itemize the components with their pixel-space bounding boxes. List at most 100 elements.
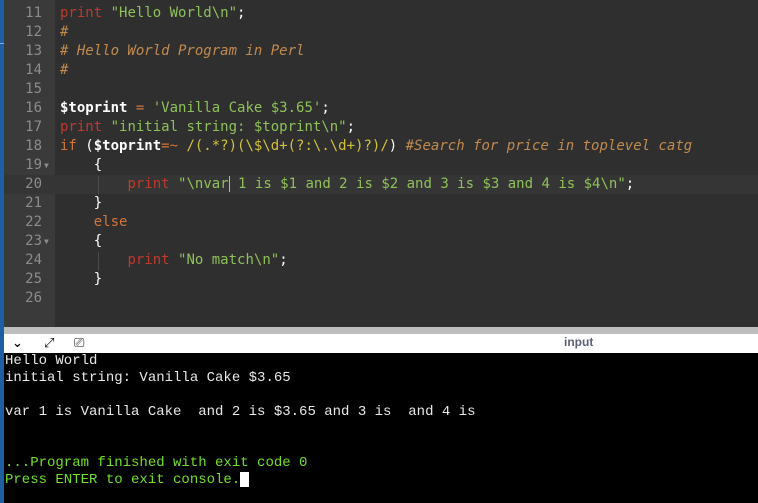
code-line[interactable]: 25 } [4, 270, 758, 289]
console-output[interactable]: Hello World initial string: Vanilla Cake … [4, 353, 758, 503]
indent-guide [98, 252, 99, 271]
chevron-down-icon[interactable]: ⌄ [12, 334, 23, 353]
line-number: 24 [25, 252, 42, 268]
panel-resize-divider[interactable] [4, 327, 758, 334]
clear-console-icon[interactable]: ⎚ [74, 334, 84, 353]
line-number: 15 [25, 81, 42, 97]
code-text: } [60, 194, 102, 213]
code-token: } [60, 195, 103, 211]
code-text: print "\nvar 1 is $1 and 2 is $2 and 3 i… [60, 175, 634, 194]
line-number: 21 [25, 195, 42, 211]
code-token: "No match\n" [178, 252, 280, 268]
code-token: print [60, 119, 103, 135]
code-token: { [60, 233, 103, 249]
line-number: 14 [25, 62, 42, 78]
line-number: 13 [25, 43, 42, 59]
code-line[interactable]: 26 [4, 289, 758, 308]
console-text: initial string: Vanilla Cake $3.65 [5, 370, 291, 386]
code-line[interactable]: 12 # [4, 23, 758, 42]
code-token: # [60, 24, 69, 40]
code-line[interactable]: 20 print "\nvar 1 is $1 and 2 is $2 and … [4, 175, 758, 194]
code-line[interactable]: 23 ▼ { [4, 232, 758, 251]
code-line[interactable]: 14 # [4, 61, 758, 80]
code-token: 1 is $1 and 2 is $2 and 3 is $3 and 4 is… [229, 176, 626, 192]
code-token: /(.*?)(\$\d+(?:\.\d+)?)/ [186, 138, 389, 154]
console-text: var 1 is Vanilla Cake and 2 is $3.65 and… [5, 404, 476, 420]
code-token: { [60, 157, 103, 173]
code-line[interactable]: 11 print "Hello World\n"; [4, 4, 758, 23]
code-text: else [60, 213, 128, 232]
code-text: $toprint = 'Vanilla Cake $3.65'; [60, 99, 330, 118]
code-token: 'Vanilla Cake $3.65' [152, 100, 322, 116]
code-token: # Hello World Program in Perl [60, 43, 305, 59]
code-token: ) [388, 138, 398, 154]
code-token: print [127, 176, 170, 192]
code-line[interactable]: 17 print "initial string: $toprint\n"; [4, 118, 758, 137]
fold-arrow-icon[interactable]: ▼ [44, 156, 49, 175]
code-token: print [127, 252, 170, 268]
console-line: initial string: Vanilla Cake $3.65 [5, 370, 291, 387]
line-number: 16 [25, 100, 42, 116]
console-line: var 1 is Vanilla Cake and 2 is $3.65 and… [5, 404, 475, 421]
fold-arrow-icon[interactable]: ▼ [44, 232, 49, 251]
console-toolbar: ⌄ ⤢ ⎚ input [4, 334, 758, 353]
line-number: 20 [25, 176, 42, 192]
code-token: } [60, 271, 103, 287]
code-token: "\nvar [178, 176, 229, 192]
code-line[interactable]: 18 if ($toprint=~ /(.*?)(\$\d+(?:\.\d+)?)… [4, 137, 758, 156]
code-text: # [60, 23, 68, 42]
code-token: $toprint [60, 100, 128, 116]
line-number: 25 [25, 271, 42, 287]
indent-guide [98, 176, 99, 195]
code-token: "Hello World\n" [110, 5, 238, 21]
code-line[interactable]: 19 ▼ { [4, 156, 758, 175]
code-text: print "No match\n"; [60, 251, 288, 270]
code-editor[interactable]: 11 print "Hello World\n"; 12 #13 # Hello Wor… [4, 0, 758, 327]
line-number: 17 [25, 119, 42, 135]
code-text: } [60, 270, 102, 289]
code-token: =~ [161, 138, 179, 154]
expand-icon[interactable]: ⤢ [44, 334, 54, 353]
line-number: 11 [25, 5, 42, 21]
code-token: #Search for price in toplevel catg [405, 138, 693, 154]
line-number: 26 [25, 290, 42, 306]
code-token: ; [346, 119, 356, 135]
code-text: # [60, 61, 68, 80]
code-token: $toprint [93, 138, 162, 154]
line-number: 12 [25, 24, 42, 40]
code-line[interactable]: 21 } [4, 194, 758, 213]
code-line[interactable]: 15 [4, 80, 758, 99]
code-token: ; [279, 252, 288, 268]
console-text: Press ENTER to exit console. [5, 472, 241, 489]
console-line: Hello World [5, 353, 97, 370]
console-line: Press ENTER to exit console. [5, 472, 250, 489]
code-line[interactable]: 16 $toprint = 'Vanilla Cake $3.65'; [4, 99, 758, 118]
code-text: # Hello World Program in Perl [60, 42, 304, 61]
line-number: 23 [25, 233, 42, 249]
code-text: print "Hello World\n"; [60, 4, 245, 23]
code-line[interactable]: 13 # Hello World Program in Perl [4, 42, 758, 61]
code-token: ; [237, 5, 246, 21]
code-line[interactable]: 22 else [4, 213, 758, 232]
console-text: Hello World [5, 353, 98, 369]
code-text: print "initial string: $toprint\n"; [60, 118, 355, 137]
code-line[interactable]: 24 print "No match\n"; [4, 251, 758, 270]
console-text: ...Program finished with exit code 0 [5, 455, 308, 471]
code-token: # [60, 62, 69, 78]
code-token: else [93, 214, 128, 230]
code-token: ( [76, 138, 94, 154]
code-token: if [60, 138, 77, 154]
console-line: ...Program finished with exit code 0 [5, 455, 307, 472]
line-number: 18 [25, 138, 42, 154]
input-label[interactable]: input [564, 334, 593, 350]
code-token: ; [625, 176, 635, 192]
